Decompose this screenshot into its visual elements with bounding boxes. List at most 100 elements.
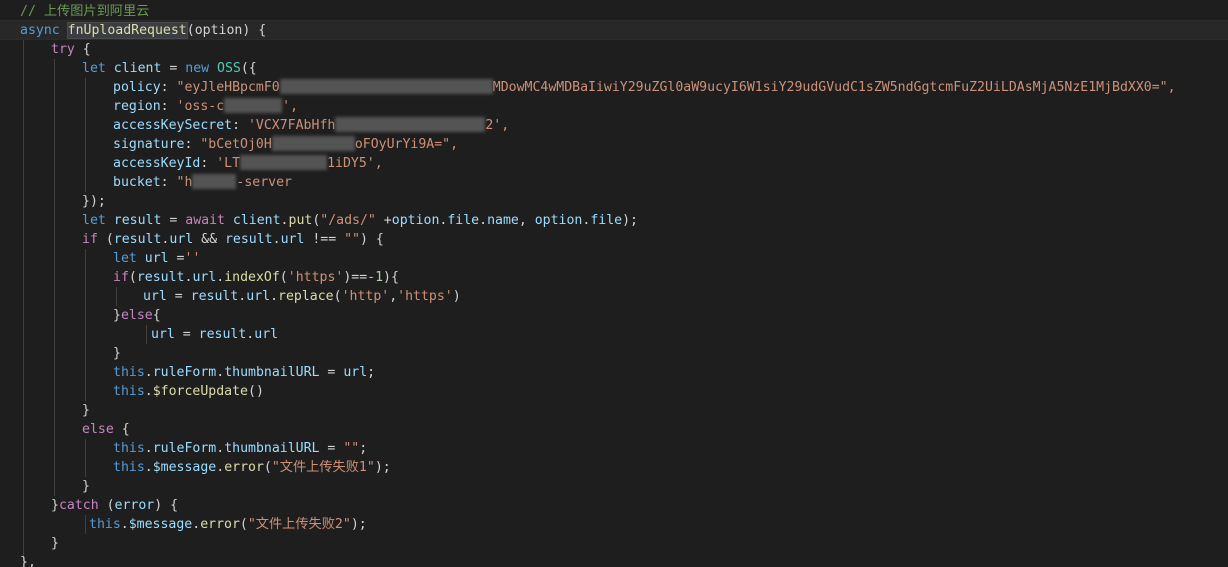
code-line[interactable]: this.$message.error("文件上传失败2"); (89, 515, 367, 534)
code-line[interactable]: accessKeyId: 'LT 1iDY5', (113, 154, 383, 173)
property: $message (128, 517, 193, 532)
variable: option (391, 213, 440, 228)
code-line[interactable]: // 上传图片到阿里云 (20, 2, 149, 21)
variable: option (534, 213, 583, 228)
code-editor[interactable]: // 上传图片到阿里云 async fnUploadRequest(option… (0, 0, 1228, 567)
property: url (246, 289, 271, 304)
keyword: else (82, 422, 114, 437)
string: 'LT (216, 156, 241, 171)
keyword: catch (58, 498, 99, 513)
keyword: new (185, 61, 210, 76)
redacted-region (271, 136, 355, 151)
property: file (447, 213, 480, 228)
punctuation: = (161, 61, 186, 76)
code-line[interactable]: this.ruleForm.thumbnailURL = url; (113, 363, 375, 382)
method-call: replace (278, 289, 334, 304)
code-line[interactable]: } (82, 477, 90, 496)
property: accessKeySecret (113, 118, 233, 133)
string: MDowMC4wMDBaIiwiY29uZGl0aW9ucyI6W1siY29u… (492, 80, 1176, 95)
code-line[interactable]: this.ruleForm.thumbnailURL = ""; (113, 439, 367, 458)
method-call: $forceUpdate (152, 384, 248, 399)
code-line[interactable]: }, (20, 553, 36, 567)
code-line[interactable]: else { (82, 420, 130, 439)
code-line[interactable]: url = result.url (151, 325, 278, 344)
string: 'http' (341, 289, 390, 304)
indent-guide (23, 40, 24, 567)
indent-guide (85, 439, 86, 477)
property: url (192, 270, 217, 285)
variable: url (144, 251, 169, 266)
property: url (280, 232, 305, 247)
redacted-region (240, 155, 328, 170)
property: url (254, 327, 279, 342)
code-line[interactable]: policy: "eyJleHBpcmF0 MDowMC4wMDBaIiwiY29… (113, 78, 1176, 97)
string: -server (236, 175, 292, 190)
code-line[interactable]: this.$forceUpdate() (113, 382, 264, 401)
keyword: let (82, 213, 106, 228)
code-line[interactable]: }else{ (113, 306, 161, 325)
code-line[interactable]: } (82, 401, 90, 420)
code-line[interactable]: let result = await client.put("/ads/" +o… (82, 211, 638, 230)
comment: // 上传图片到阿里云 (20, 4, 150, 19)
string: 1iDY5', (327, 156, 383, 171)
code-line[interactable]: }); (82, 192, 106, 211)
indent-guide (85, 515, 86, 534)
code-line[interactable]: bucket: "h -server (113, 173, 292, 192)
keyword: else (120, 308, 153, 323)
code-line[interactable]: accessKeySecret: 'VCX7FAbHfh 2', (113, 116, 509, 135)
code-line[interactable]: }catch (error) { (51, 496, 178, 515)
code-line[interactable]: let client = new OSS({ (82, 59, 257, 78)
string: "文件上传失败1" (271, 460, 375, 475)
keyword: this (113, 365, 145, 380)
code-line[interactable]: } (113, 344, 121, 363)
string: "h (176, 175, 193, 190)
property: thumbnailURL (224, 441, 320, 456)
variable: result (136, 270, 185, 285)
indent-guide (85, 78, 86, 192)
string: '' (184, 251, 201, 266)
indent-guide (85, 249, 86, 401)
string: 'oss-c (176, 99, 225, 114)
string: 2', (485, 118, 510, 133)
code-line[interactable]: try { (51, 40, 91, 59)
variable: client (113, 61, 162, 76)
code-line[interactable]: } (51, 534, 59, 553)
code-line[interactable]: signature: "bCetOj0H oFOyUrYi9A=", (113, 135, 458, 154)
property: region (113, 99, 161, 114)
string: "eyJleHBpcmF0 (176, 80, 280, 95)
redacted-region (279, 79, 493, 94)
variable: result (113, 232, 162, 247)
property: file (590, 213, 623, 228)
string: "文件上传失败2" (247, 517, 351, 532)
code-line[interactable]: if(result.url.indexOf('https')==-1){ (113, 268, 399, 287)
variable: result (224, 232, 273, 247)
string: 'https' (287, 270, 344, 285)
redacted-region (335, 117, 486, 132)
property: accessKeyId (113, 156, 201, 171)
method-call: error (224, 460, 264, 475)
variable: url (151, 327, 175, 342)
punctuation: }, (20, 555, 36, 567)
string: "" (344, 232, 360, 247)
property: ruleForm (152, 365, 217, 380)
string: ', (282, 99, 299, 114)
function-name: fnUploadRequest (66, 22, 188, 39)
code-line[interactable]: region: 'oss-c ', (113, 97, 298, 116)
code-line[interactable]: let url ='' (113, 249, 200, 268)
keyword: let (82, 61, 106, 76)
variable: result (113, 213, 162, 228)
keyword: this (113, 384, 145, 399)
property: signature (113, 137, 185, 152)
string: 'https' (397, 289, 453, 304)
redacted-region (224, 98, 283, 113)
punctuation: ({ (240, 61, 257, 76)
code-line[interactable]: url = result.url.replace('http','https') (143, 287, 461, 306)
variable: url (343, 365, 368, 380)
code-line[interactable]: this.$message.error("文件上传失败1"); (113, 458, 391, 477)
punctuation: }); (82, 194, 106, 209)
method-call: error (200, 517, 240, 532)
code-line[interactable]: async fnUploadRequest(option) { (20, 21, 266, 40)
string: "bCetOj0H (200, 137, 272, 152)
indent-guide (116, 287, 117, 306)
code-line[interactable]: if (result.url && result.url !== "") { (82, 230, 384, 249)
